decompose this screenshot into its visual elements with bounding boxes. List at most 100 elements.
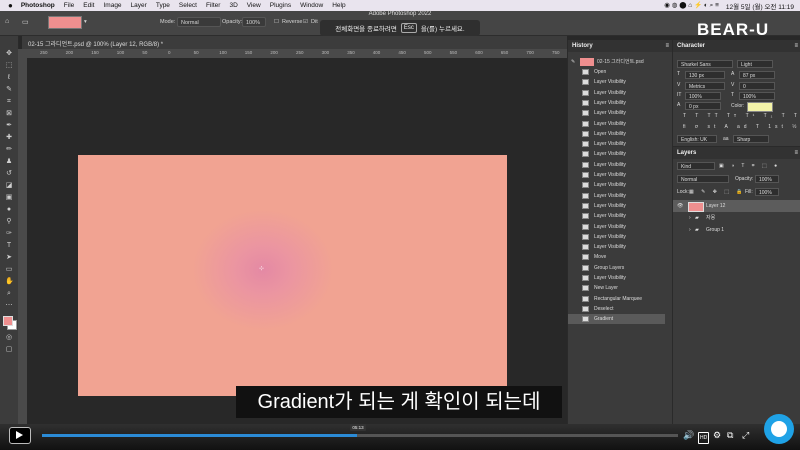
- menu-plugins[interactable]: Plugins: [270, 2, 291, 9]
- stamp-tool-icon[interactable]: ♟: [5, 158, 13, 166]
- history-step[interactable]: Layer Visibility: [568, 222, 665, 232]
- menu-window[interactable]: Window: [300, 2, 323, 9]
- font-family-select[interactable]: Sharkel Sans: [677, 60, 733, 68]
- panel-menu-icon[interactable]: ≡: [794, 40, 798, 52]
- type-tool-icon[interactable]: T: [5, 242, 13, 250]
- layer-row[interactable]: › ▰ 자몽: [673, 212, 800, 224]
- horizontal-scale-field[interactable]: 100%: [739, 92, 775, 100]
- history-step[interactable]: Group Layers: [568, 263, 665, 273]
- gradient-tool-icon[interactable]: ▭: [22, 18, 29, 26]
- menu-layer[interactable]: Layer: [131, 2, 147, 9]
- dodge-tool-icon[interactable]: ⚲: [5, 218, 13, 226]
- hand-tool-icon[interactable]: ✋: [5, 278, 14, 286]
- layers-title[interactable]: Layers: [677, 150, 696, 156]
- status-icons[interactable]: ◉ ◍ ⬤ ⌂ ⚡ ◐ ⌕ ≡: [664, 1, 719, 10]
- gradient-dropdown-icon[interactable]: ▾: [84, 19, 87, 25]
- history-step[interactable]: Layer Visibility: [568, 191, 665, 201]
- volume-icon[interactable]: 🔊: [683, 430, 694, 440]
- layer-filter-select[interactable]: Kind: [677, 162, 715, 170]
- path-select-icon[interactable]: ➤: [5, 254, 13, 262]
- opentype-buttons[interactable]: ﬁ ơ st A ad T 1st ½: [683, 124, 800, 130]
- frame-tool-icon[interactable]: ⊠: [5, 110, 13, 118]
- shape-tool-icon[interactable]: ▭: [5, 266, 13, 274]
- history-step[interactable]: Layer Visibility: [568, 119, 665, 129]
- layer-row[interactable]: 👁 Layer 12: [673, 200, 800, 212]
- history-step[interactable]: Layer Visibility: [568, 160, 665, 170]
- kerning-field[interactable]: Metrics: [685, 82, 725, 90]
- history-step[interactable]: Layer Visibility: [568, 180, 665, 190]
- lock-icons[interactable]: ▦ ✎ ✥ ⬚ 🔒: [689, 189, 746, 195]
- gradient-tool-selected-icon[interactable]: ▣: [5, 194, 13, 202]
- history-step[interactable]: Layer Visibility: [568, 98, 665, 108]
- home-icon[interactable]: ⌂: [5, 18, 9, 25]
- eyedropper-tool-icon[interactable]: ✒: [5, 122, 13, 130]
- history-step[interactable]: Layer Visibility: [568, 170, 665, 180]
- history-step[interactable]: Deselect: [568, 304, 665, 314]
- blur-tool-icon[interactable]: ●: [5, 206, 13, 214]
- crop-tool-icon[interactable]: ⌗: [5, 98, 13, 106]
- type-style-buttons[interactable]: T T TT Tт T¹ T₁ T T: [683, 113, 800, 119]
- group-chevron-icon[interactable]: ›: [689, 224, 691, 236]
- hd-badge[interactable]: HD: [698, 432, 710, 444]
- menu-help[interactable]: Help: [332, 2, 345, 9]
- history-step[interactable]: Layer Visibility: [568, 149, 665, 159]
- history-step[interactable]: Layer Visibility: [568, 77, 665, 87]
- history-brush-icon[interactable]: ↺: [5, 170, 13, 178]
- leading-field[interactable]: 87 px: [739, 71, 775, 79]
- mode-select[interactable]: Normal: [177, 17, 221, 27]
- history-step[interactable]: Rectangular Marquee: [568, 294, 665, 304]
- zoom-tool-icon[interactable]: ⌕: [5, 290, 13, 298]
- baseline-field[interactable]: 0 px: [685, 102, 721, 110]
- apple-icon[interactable]: ●: [8, 1, 13, 10]
- history-step[interactable]: Layer Visibility: [568, 232, 665, 242]
- history-step[interactable]: Layer Visibility: [568, 88, 665, 98]
- pen-tool-icon[interactable]: ✑: [5, 230, 13, 238]
- menu-edit[interactable]: Edit: [83, 2, 94, 9]
- history-step[interactable]: Layer Visibility: [568, 108, 665, 118]
- marquee-tool-icon[interactable]: ⬚: [5, 62, 13, 70]
- reverse-checkbox[interactable]: ☐: [274, 19, 279, 25]
- dither-checkbox[interactable]: ☑: [303, 19, 308, 25]
- visibility-eye-icon[interactable]: 👁: [677, 200, 683, 212]
- font-size-field[interactable]: 130 px: [685, 71, 725, 79]
- menu-3d[interactable]: 3D: [229, 2, 237, 9]
- history-step[interactable]: Layer Visibility: [568, 139, 665, 149]
- tracking-field[interactable]: 0: [739, 82, 775, 90]
- menu-image[interactable]: Image: [103, 2, 121, 9]
- history-step[interactable]: Open: [568, 67, 665, 77]
- move-tool-icon[interactable]: ✥: [5, 50, 13, 58]
- menu-filter[interactable]: Filter: [206, 2, 220, 9]
- group-chevron-icon[interactable]: ›: [689, 212, 691, 224]
- menu-app[interactable]: Photoshop: [21, 2, 55, 9]
- more-tools-icon[interactable]: ⋯: [5, 302, 13, 310]
- history-step[interactable]: Gradient: [568, 314, 665, 325]
- history-step[interactable]: Layer Visibility: [568, 242, 665, 252]
- healing-tool-icon[interactable]: ✚: [5, 134, 13, 142]
- screen-mode-icon[interactable]: ▢: [5, 346, 13, 354]
- history-title[interactable]: History: [572, 43, 593, 49]
- character-title[interactable]: Character: [677, 43, 705, 49]
- menu-type[interactable]: Type: [156, 2, 170, 9]
- settings-gear-icon[interactable]: ⚙: [713, 430, 721, 440]
- history-step[interactable]: Layer Visibility: [568, 201, 665, 211]
- blend-mode-select[interactable]: Normal: [677, 175, 729, 183]
- antialias-select[interactable]: Sharp: [733, 135, 769, 143]
- quick-select-icon[interactable]: ✎: [5, 86, 13, 94]
- gradient-preview[interactable]: [48, 16, 82, 29]
- lasso-tool-icon[interactable]: ℓ: [5, 74, 13, 82]
- menu-select[interactable]: Select: [179, 2, 197, 9]
- eraser-tool-icon[interactable]: ◪: [5, 182, 13, 190]
- history-step[interactable]: New Layer: [568, 283, 665, 293]
- font-style-select[interactable]: Light: [737, 60, 773, 68]
- document-canvas[interactable]: ⊹: [78, 155, 507, 396]
- layer-filter-icons[interactable]: ▣ ◑ T ⌗ ⬚ ●: [719, 163, 780, 169]
- foreground-color-swatch[interactable]: [3, 316, 13, 326]
- history-step[interactable]: Layer Visibility: [568, 273, 665, 283]
- history-step[interactable]: Move: [568, 252, 665, 262]
- vertical-scale-field[interactable]: 100%: [685, 92, 721, 100]
- panel-menu-icon[interactable]: ≡: [794, 147, 798, 159]
- menu-file[interactable]: File: [64, 2, 74, 9]
- fill-field[interactable]: 100%: [755, 188, 779, 196]
- opacity-field[interactable]: 100%: [242, 17, 266, 27]
- language-select[interactable]: English: UK: [677, 135, 717, 143]
